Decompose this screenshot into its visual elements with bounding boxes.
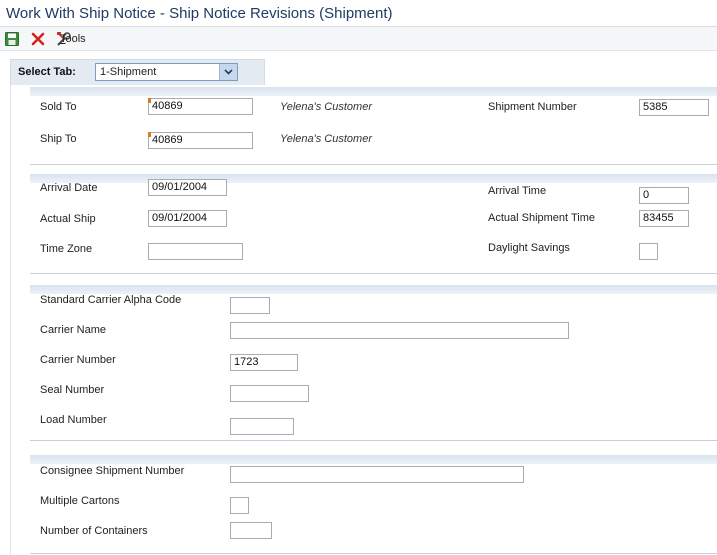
tools-label: Tools: [60, 33, 86, 45]
save-icon: [5, 32, 19, 46]
time-zone-label: Time Zone: [40, 243, 93, 255]
daylight-savings-label: Daylight Savings: [488, 242, 570, 254]
cancel-button[interactable]: [31, 30, 47, 48]
scac-label: Standard Carrier Alpha Code: [40, 294, 182, 306]
number-of-containers-field[interactable]: [230, 522, 272, 539]
ship-to-name: Yelena's Customer: [280, 133, 372, 145]
section-band: [30, 87, 717, 96]
carrier-name-field[interactable]: [230, 322, 569, 339]
section-band: [30, 455, 717, 464]
sold-to-field[interactable]: 40869: [148, 98, 253, 115]
load-number-label: Load Number: [40, 414, 107, 426]
number-of-containers-label: Number of Containers: [40, 525, 148, 537]
arrival-date-label: Arrival Date: [40, 182, 98, 194]
carrier-number-label: Carrier Number: [40, 354, 116, 366]
shipment-number-label: Shipment Number: [488, 101, 577, 113]
select-tab-label: Select Tab:: [18, 66, 76, 78]
actual-shipment-time-field[interactable]: 83455: [639, 210, 689, 227]
section-band: [30, 174, 717, 183]
consignee-shipment-number-field[interactable]: [230, 466, 524, 483]
arrival-date-field[interactable]: 09/01/2004: [148, 179, 227, 196]
select-tab-dropdown[interactable]: 1-Shipment: [95, 63, 238, 81]
seal-number-field[interactable]: [230, 385, 309, 402]
section-divider: [30, 440, 717, 441]
cancel-icon: [31, 32, 45, 46]
title-bar: Work With Ship Notice - Ship Notice Revi…: [0, 0, 717, 27]
sold-to-name: Yelena's Customer: [280, 101, 372, 113]
seal-number-label: Seal Number: [40, 384, 105, 396]
select-tab-value: 1-Shipment: [100, 66, 157, 78]
arrival-time-field[interactable]: 0: [639, 187, 689, 204]
save-button[interactable]: [5, 30, 21, 48]
page-title: Work With Ship Notice - Ship Notice Revi…: [6, 5, 393, 22]
actual-shipment-time-label: Actual Shipment Time: [488, 212, 595, 224]
carrier-name-label: Carrier Name: [40, 324, 107, 336]
section-divider: [30, 273, 717, 274]
multiple-cartons-label: Multiple Cartons: [40, 495, 120, 507]
daylight-savings-field[interactable]: [639, 243, 658, 260]
section-divider: [30, 553, 717, 554]
ship-to-label: Ship To: [40, 133, 77, 145]
scac-field[interactable]: [230, 297, 270, 314]
actual-ship-field[interactable]: 09/01/2004: [148, 210, 227, 227]
form-frame: [10, 85, 717, 555]
load-number-field[interactable]: [230, 418, 294, 435]
chevron-down-icon[interactable]: [219, 64, 237, 80]
tools-button[interactable]: Tools: [56, 30, 112, 48]
section-band: [30, 285, 717, 294]
arrival-time-label: Arrival Time: [488, 185, 547, 197]
consignee-shipment-number-label: Consignee Shipment Number: [40, 465, 185, 477]
ship-to-field[interactable]: 40869: [148, 132, 253, 149]
section-divider: [30, 164, 717, 165]
time-zone-field[interactable]: [148, 243, 243, 260]
actual-ship-label: Actual Ship: [40, 213, 96, 225]
carrier-number-field[interactable]: 1723: [230, 354, 298, 371]
toolbar: Tools: [0, 27, 717, 51]
multiple-cartons-field[interactable]: [230, 497, 249, 514]
shipment-number-field[interactable]: 5385: [639, 99, 709, 116]
sold-to-label: Sold To: [40, 101, 77, 113]
